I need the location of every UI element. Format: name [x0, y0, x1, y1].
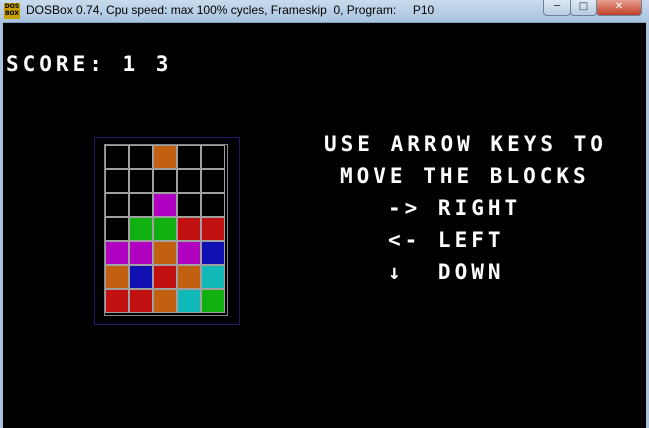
window-left-border: [0, 22, 3, 428]
instruction-down: ↓ DOWN: [388, 260, 505, 284]
board-cell-empty: [177, 145, 201, 169]
instruction-line-2: MOVE THE BLOCKS: [340, 164, 590, 188]
block-blue: [129, 265, 153, 289]
block-orange: [177, 265, 201, 289]
block-orange: [153, 145, 177, 169]
block-magenta: [105, 241, 129, 265]
board-cell-empty: [177, 169, 201, 193]
board-cell-empty: [105, 193, 129, 217]
board-cell-empty: [153, 169, 177, 193]
board-cell-empty: [201, 169, 225, 193]
block-red: [105, 289, 129, 313]
block-red: [177, 217, 201, 241]
block-orange: [153, 289, 177, 313]
board-cell-empty: [201, 193, 225, 217]
block-orange: [105, 265, 129, 289]
instruction-right: -> RIGHT: [388, 196, 522, 220]
block-green: [201, 289, 225, 313]
block-red: [153, 265, 177, 289]
block-green: [129, 217, 153, 241]
dosbox-app-icon: DOS BOX: [4, 3, 20, 19]
close-button[interactable]: ✕: [596, 0, 642, 16]
board-cell-empty: [201, 145, 225, 169]
block-green: [153, 217, 177, 241]
board-cell-empty: [105, 169, 129, 193]
instruction-line-1: USE ARROW KEYS TO: [324, 132, 607, 156]
instruction-left: <- LEFT: [388, 228, 505, 252]
block-blue: [201, 241, 225, 265]
block-magenta: [153, 193, 177, 217]
window-titlebar[interactable]: DOS BOX DOSBox 0.74, Cpu speed: max 100%…: [0, 0, 649, 23]
board-cell-empty: [129, 145, 153, 169]
block-cyan: [201, 265, 225, 289]
minimize-button[interactable]: ─: [543, 0, 571, 16]
block-orange: [153, 241, 177, 265]
board-cell-empty: [129, 169, 153, 193]
block-cyan: [177, 289, 201, 313]
block-magenta: [129, 241, 153, 265]
block-magenta: [177, 241, 201, 265]
maximize-button[interactable]: □: [570, 0, 597, 16]
window-title: DOSBox 0.74, Cpu speed: max 100% cycles,…: [26, 3, 435, 17]
board-cell-empty: [105, 217, 129, 241]
game-board: [104, 144, 228, 316]
block-red: [129, 289, 153, 313]
board-cell-empty: [105, 145, 129, 169]
board-cell-empty: [177, 193, 201, 217]
board-cell-empty: [129, 193, 153, 217]
block-red: [201, 217, 225, 241]
score-label: SCORE: 1 3: [6, 52, 173, 76]
